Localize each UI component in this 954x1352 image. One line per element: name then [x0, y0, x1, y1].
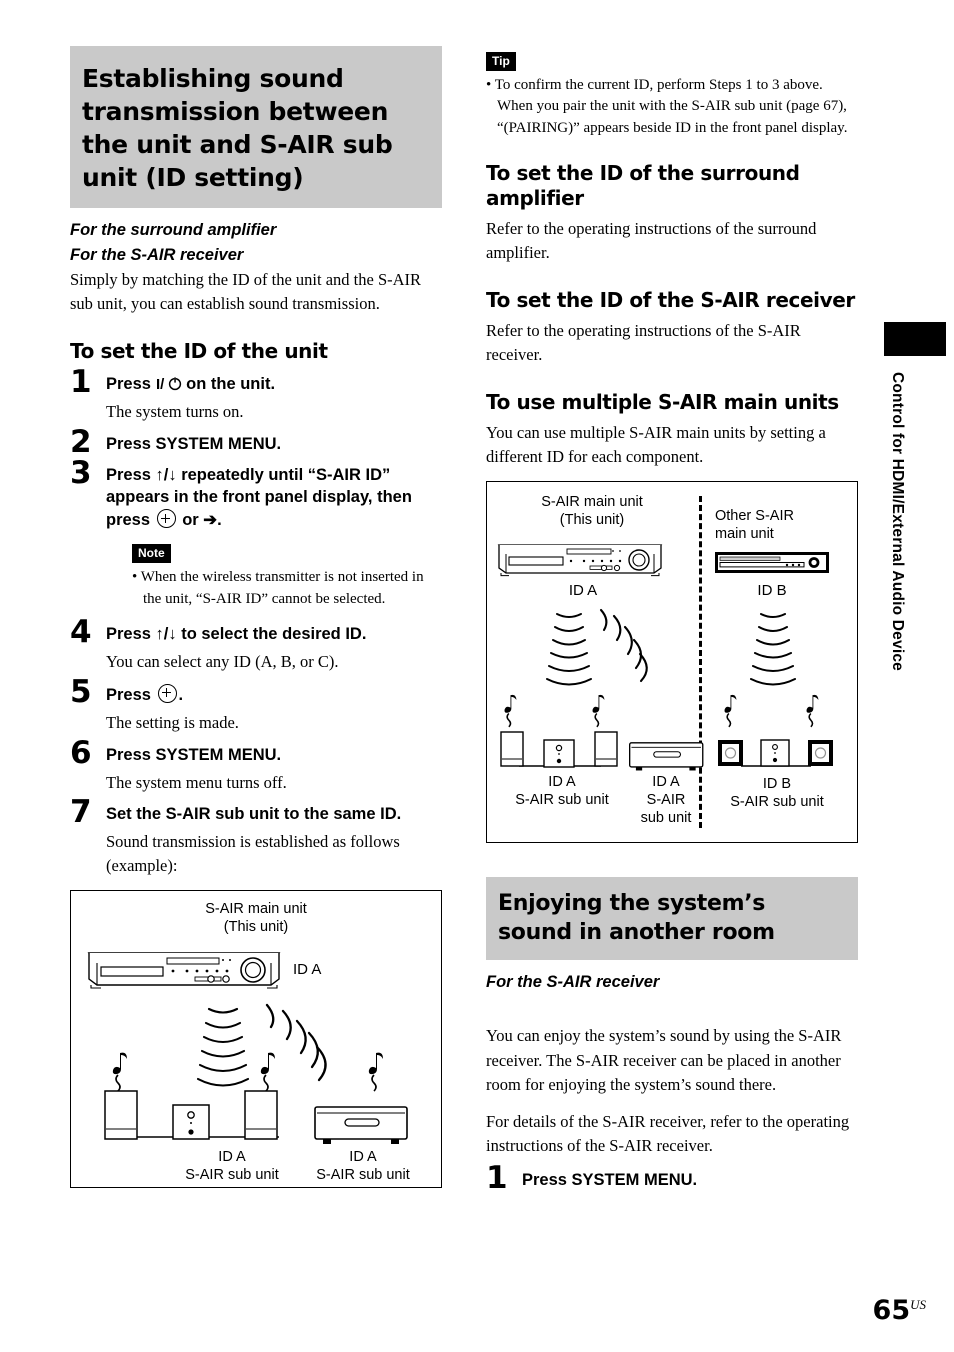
step-number: 6: [70, 734, 92, 771]
step-number: 1: [486, 1160, 508, 1197]
step-title-b: .: [178, 685, 184, 704]
right-column: Tip To confirm the current ID, perform S…: [486, 52, 858, 1194]
note-block: Note When the wireless transmitter is no…: [132, 544, 442, 610]
page-number: 65US: [873, 1295, 926, 1326]
step-4: 4 Press ↑/↓ to select the desired ID. Yo…: [70, 616, 442, 674]
page-number-value: 65: [872, 1295, 911, 1326]
step-desc: The setting is made.: [106, 712, 239, 732]
step-title: Press SYSTEM MENU.: [522, 1171, 698, 1190]
paragraph-details-receiver: For details of the S-AIR receiver, refer…: [486, 1111, 850, 1156]
figure2-right-sub-caption: ID B S-AIR sub unit: [730, 776, 824, 811]
subhead-for-s-air-receiver: For the S-AIR receiver: [486, 972, 660, 991]
svg-text:I/: I/: [156, 376, 165, 391]
step-title-b: or ➔.: [177, 511, 222, 530]
step-title: Press ↑/↓ repeatedly until “S-AIR ID” ap…: [106, 465, 442, 532]
figure1-main-unit-id: ID A: [293, 961, 322, 979]
step-desc: Sound transmission is established as fol…: [106, 832, 400, 876]
figure1-sub1-caption: ID A S-AIR sub unit: [185, 1149, 279, 1183]
step-title: Press SYSTEM MENU.: [106, 745, 282, 764]
tip-badge: Tip: [486, 52, 516, 71]
step-number: 1: [70, 363, 92, 400]
subhead-surround-amplifier: For the surround amplifier: [70, 221, 277, 239]
step-3: 3 Press ↑/↓ repeatedly until “S-AIR ID” …: [70, 458, 442, 610]
step-2: 2 Press SYSTEM MENU.: [70, 426, 442, 457]
speaker-set-illustration: [104, 1090, 279, 1140]
step-desc: The system menu turns off.: [106, 772, 287, 792]
figure-single-main-unit: S-AIR main unit (This unit) ID A ID A S-…: [70, 890, 442, 1189]
tip-item: To confirm the current ID, perform Steps…: [486, 75, 858, 139]
wireless-waves-icon: [750, 613, 796, 686]
left-column: Establishing sound transmission between …: [70, 46, 442, 1189]
music-note-icon: [592, 695, 605, 728]
figure2-left-speaker-set: [500, 731, 618, 769]
figure2-right-unit-caption: Other S-AIR main unit: [715, 508, 794, 543]
step-desc: The system turns on.: [106, 401, 244, 421]
step-title: Set the S-AIR sub unit to the same ID.: [106, 805, 402, 824]
heading-set-id-s-air-receiver: To set the ID of the S-AIR receiver: [486, 287, 855, 312]
step-number: 4: [70, 613, 92, 650]
step-title-pre: Press: [106, 374, 156, 393]
body-multiple-main-units: You can use multiple S-AIR main units by…: [486, 422, 826, 466]
figure-multiple-main-units: S-AIR main unit (This unit) ID A ID A S-…: [486, 481, 858, 844]
step-title: Press SYSTEM MENU.: [106, 434, 282, 453]
enter-circle-icon: [157, 683, 177, 703]
step-desc: You can select any ID (A, B, or C).: [106, 651, 339, 671]
step-number: 7: [70, 794, 92, 831]
body-set-id-s-air-receiver: Refer to the operating instructions of t…: [486, 320, 801, 365]
note-badge: Note: [132, 544, 171, 564]
heading-multiple-main-units: To use multiple S-AIR main units: [486, 389, 839, 414]
figure2-left-unit-id: ID A: [568, 582, 598, 600]
step-title: Press ↑/↓ to select the desired ID.: [106, 624, 367, 643]
main-unit-illustration: [85, 949, 283, 991]
music-note-icon: [368, 1052, 383, 1092]
step-number: 3: [70, 455, 92, 492]
step-1: 1 Press I/ on the unit. The system turns…: [70, 366, 442, 424]
figure2-left-sub2-caption: ID A S-AIR sub unit: [640, 774, 692, 826]
figure2-main-unit-illustration: [495, 542, 665, 578]
figure2-left-sub1-caption: ID A S-AIR sub unit: [515, 774, 609, 809]
manual-page: Establishing sound transmission between …: [0, 0, 954, 1352]
section-heading-set-id-unit: To set the ID of the unit: [70, 338, 328, 363]
step-title-a: Press ↑/↓ repeatedly until “S-AIR ID” ap…: [106, 466, 412, 530]
step-title-post: on the unit.: [181, 374, 276, 393]
section-tab-marker: [884, 322, 946, 356]
figure2-other-main-unit-illustration: [713, 550, 831, 576]
heading-set-id-surround-amplifier: To set the ID of the surround amplifier: [486, 160, 800, 210]
music-note-icon: [724, 695, 737, 728]
subhead-s-air-receiver: For the S-AIR receiver: [70, 245, 244, 264]
step-1-enjoying: 1 Press SYSTEM MENU.: [486, 1163, 858, 1194]
wireless-waves-icon: [546, 609, 648, 686]
step-title-a: Press: [106, 685, 156, 704]
step-title: Press .: [106, 683, 442, 707]
page-region-code: US: [910, 1297, 926, 1312]
tip-block: Tip To confirm the current ID, perform S…: [486, 52, 858, 139]
figure2-flat-sub-unit: [629, 742, 704, 771]
step-number: 5: [70, 673, 92, 710]
power-icon: I/: [156, 376, 182, 391]
figure2-right-speaker-set: [718, 739, 833, 768]
step-5: 5 Press . The setting is made.: [70, 676, 442, 735]
paragraph-enjoy-sound: You can enjoy the system’s sound by usin…: [486, 1026, 842, 1095]
intro-paragraph: Simply by matching the ID of the unit an…: [70, 269, 422, 314]
step-7: 7 Set the S-AIR sub unit to the same ID.…: [70, 797, 442, 878]
figure1-main-unit-caption: S-AIR main unit (This unit): [205, 901, 307, 935]
note-item: When the wireless transmitter is not ins…: [132, 567, 442, 610]
music-note-icon: [504, 695, 517, 728]
figure2-left-unit-caption: S-AIR main unit (This unit): [541, 494, 643, 529]
sidebar-section-label: Control for HDMI/External Audio Device: [889, 372, 906, 671]
section-title-enjoying-sound: Enjoying the system’s sound in another r…: [486, 877, 858, 960]
enter-circle-icon: [156, 509, 176, 529]
step-6: 6 Press SYSTEM MENU. The system menu tur…: [70, 737, 442, 795]
body-set-id-surround-amplifier: Refer to the operating instructions of t…: [486, 218, 817, 263]
flat-sub-unit-illustration: [314, 1106, 408, 1145]
step-title: Press I/ on the unit.: [106, 374, 442, 396]
music-note-icon: [806, 695, 819, 728]
page-title: Establishing sound transmission between …: [70, 46, 442, 208]
step-number: 2: [70, 423, 92, 460]
figure1-sub2-caption: ID A S-AIR sub unit: [316, 1149, 410, 1183]
figure2-right-unit-id: ID B: [757, 582, 787, 600]
